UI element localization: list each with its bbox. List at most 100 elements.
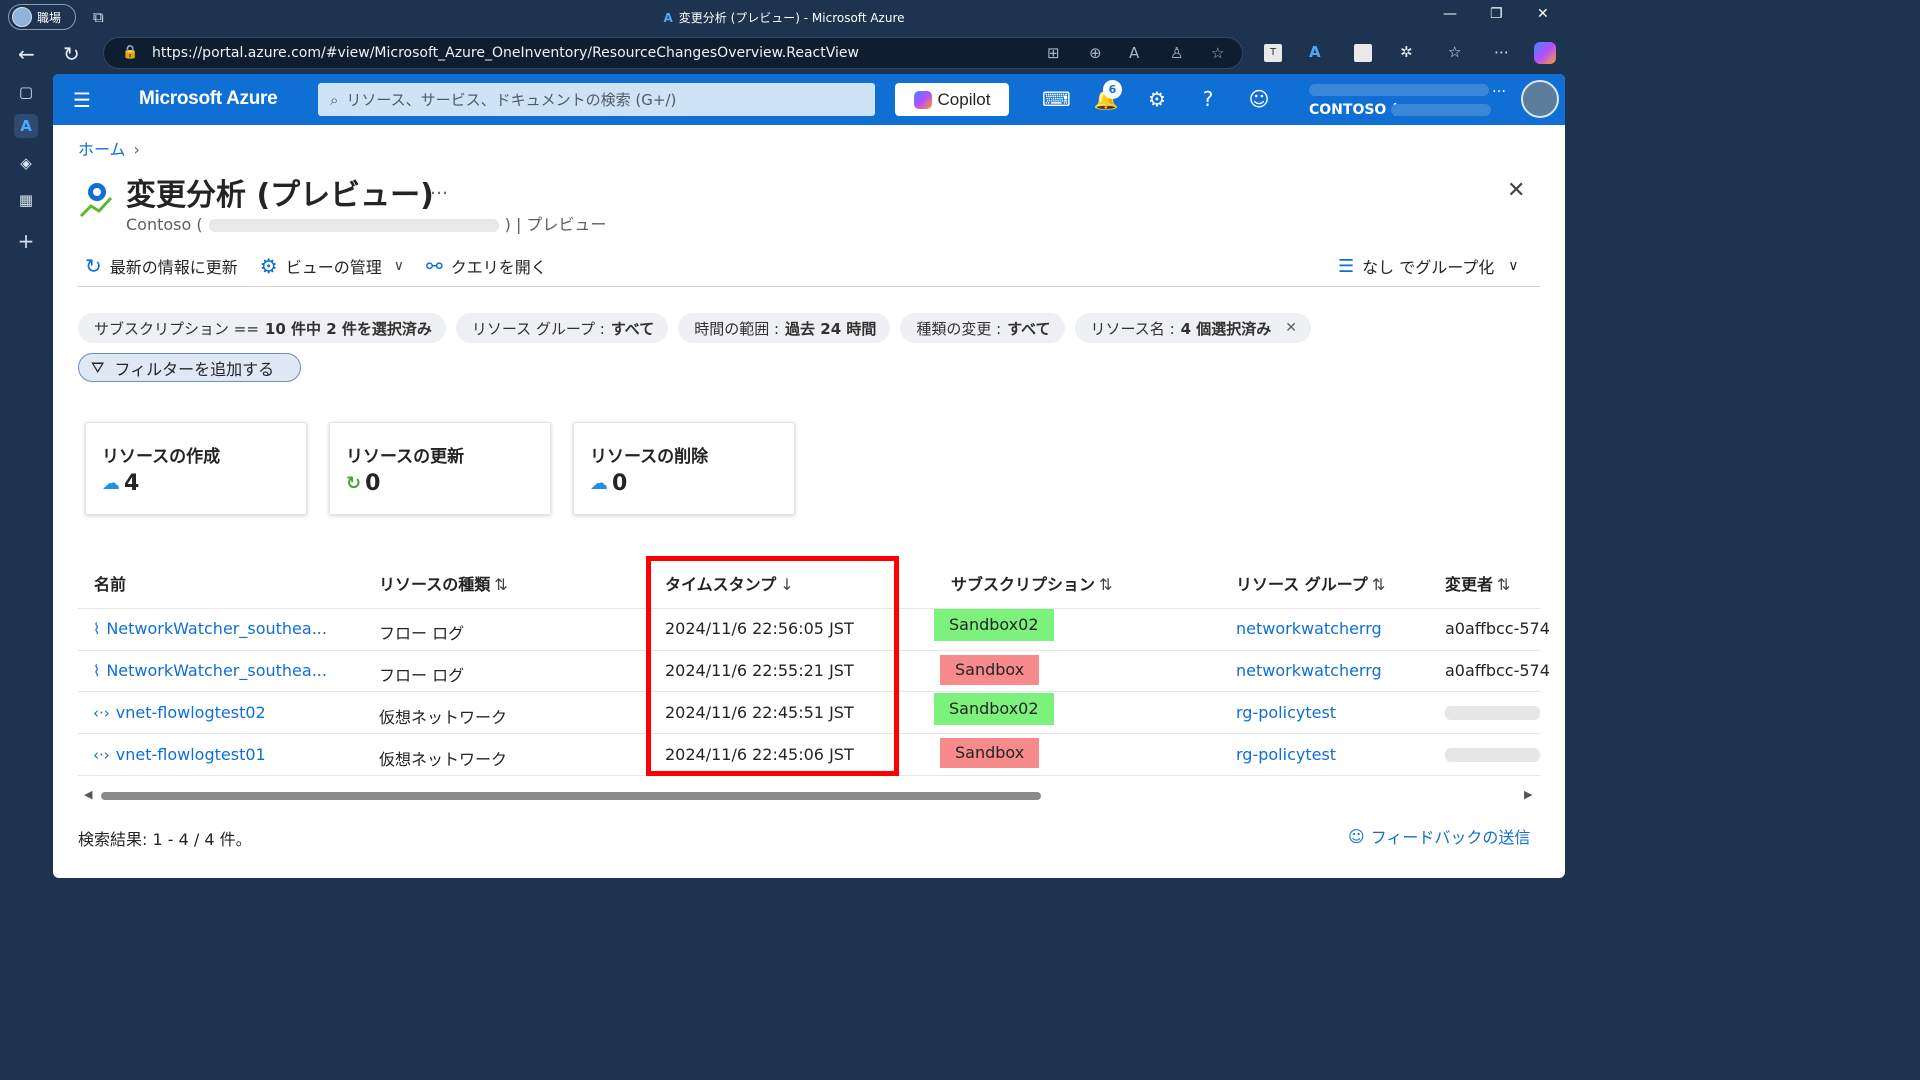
sort-icon: ⇅ [494,575,508,594]
filter-pills: サブスクリプション == 10 件中 2 件を選択済み リソース グループ : すべ… [78,313,1312,343]
new-tab-icon[interactable]: + [14,229,38,253]
hamburger-menu-icon[interactable]: ☰ [73,88,91,112]
extension-icon[interactable]: T [1264,44,1282,62]
reload-icon[interactable]: ↻ [63,42,80,66]
minimize-icon[interactable]: — [1443,6,1457,22]
tab-windows-icon[interactable]: ▦ [14,188,38,212]
horizontal-scrollbar[interactable]: ◀ ▶ [78,786,1540,806]
command-bar: ↻ 最新の情報に更新 ⚙ ビューの管理 ∨ ⚯ クエリを開く [85,254,569,278]
settings-gear-icon[interactable]: ⚙ [1144,87,1170,111]
copilot-logo-icon [913,90,932,109]
page-more-icon[interactable]: … [430,178,448,199]
tab-actions-icon[interactable]: ▢ [14,80,38,104]
subscription-tag: Sandbox [940,738,1040,768]
cloud-upload-icon: ☁ [102,473,120,494]
chevron-down-icon: ∨ [393,258,404,274]
address-bar[interactable]: 🔒 https://portal.azure.com/#view/Microso… [103,37,1243,69]
tenant-id-redacted [1391,104,1491,116]
close-window-icon[interactable]: ✕ [1537,6,1549,22]
browser-menu-icon[interactable]: ⋯ [1494,43,1509,61]
column-header-name[interactable]: 名前 [94,571,126,595]
column-header-changed-by[interactable]: 変更者 ⇅ [1445,571,1510,595]
column-header-resource-group[interactable]: リソース グループ ⇅ [1236,571,1385,595]
account-tenant: CONTOSO ( [1309,102,1398,118]
page-subtitle: Contoso () | プレビュー [126,215,607,234]
portal-brand[interactable]: Microsoft Azure [139,88,278,110]
extension-card-icon[interactable] [1354,44,1372,62]
back-icon[interactable]: ← [18,42,35,66]
scroll-right-icon[interactable]: ▶ [1524,788,1532,801]
favorite-star-icon[interactable]: ☆ [1211,44,1224,62]
table-cell-type: 仮想ネットワーク [379,750,508,769]
summary-card-created[interactable]: リソースの作成 ☁ 4 [85,422,307,515]
notification-count-badge: 6 [1103,80,1122,99]
sync-icon: ↻ [346,473,362,494]
remove-filter-icon[interactable]: ✕ [1285,320,1297,336]
account-email-redacted [1309,84,1489,96]
table-cell-type: 仮想ネットワーク [379,708,508,727]
column-header-subscription[interactable]: サブスクリプション ⇅ [951,571,1112,595]
azure-extension-icon[interactable]: A [1309,43,1321,61]
add-filter-button[interactable]: ⛛ フィルターを追加する [78,353,301,382]
summary-card-updated[interactable]: リソースの更新 ↻ 0 [329,422,551,515]
filter-pill-resource-name[interactable]: リソース名 :4 個選択済み ✕ [1074,313,1312,343]
filter-pill-resource-group[interactable]: リソース グループ : すべて [455,313,669,343]
restore-icon[interactable]: ❐ [1490,6,1503,22]
table-row-name-link[interactable]: ⌇ NetworkWatcher_southea... [93,661,327,680]
table-row-name-link[interactable]: ⌇ NetworkWatcher_southea... [93,619,327,638]
table-row-name-link[interactable]: ‹·› vnet-flowlogtest01 [93,745,266,764]
cloud-shell-icon[interactable]: ⌨ [1042,87,1071,111]
manage-view-button[interactable]: ⚙ ビューの管理 ∨ [260,254,404,278]
flow-log-icon: ⌇ [93,662,101,680]
azure-logo-icon: A [663,11,673,25]
summary-card-deleted[interactable]: リソースの削除 ☁ 0 [573,422,795,515]
app-available-icon[interactable]: ⊞ [1047,44,1060,62]
refresh-icon: ↻ [85,254,102,278]
copilot-button[interactable]: Copilot [895,83,1009,116]
page-title: 変更分析 (プレビュー) [126,178,434,213]
scroll-left-icon[interactable]: ◀ [84,788,92,801]
subscription-id-redacted [208,219,499,232]
tab-azure-icon[interactable]: A [14,114,38,138]
send-feedback-link[interactable]: ☺ フィードバックの送信 [1348,824,1530,848]
read-aloud-icon[interactable]: A [1129,44,1139,62]
breadcrumb-home[interactable]: ホーム [78,140,126,159]
resource-group-link[interactable]: networkwatcherrg [1236,661,1382,680]
filter-pill-time-range[interactable]: 時間の範囲 : 過去 24 時間 [678,313,891,343]
table-row-name-link[interactable]: ‹·› vnet-flowlogtest02 [93,703,266,722]
resource-group-link[interactable]: rg-policytest [1236,703,1336,722]
breadcrumb-chevron-icon: › [133,140,140,159]
extensions-puzzle-icon[interactable]: ✲ [1400,43,1413,61]
virtual-network-icon: ‹·› [93,704,110,722]
help-icon[interactable]: ? [1195,87,1221,111]
feedback-icon[interactable]: ☺ [1246,87,1272,111]
group-by-dropdown[interactable]: ☰ なし でグループ化 ∨ [1338,254,1519,278]
window-title: A 変更分析 (プレビュー) - Microsoft Azure [663,11,905,25]
change-analysis-icon [79,183,113,218]
subscription-tag: Sandbox02 [934,693,1054,725]
filter-pill-change-type[interactable]: 種類の変更 : すべて [900,313,1065,343]
url-text[interactable]: https://portal.azure.com/#view/Microsoft… [152,45,859,61]
table-cell-type: フロー ログ [379,666,465,685]
tab-cube-icon[interactable]: ◈ [14,151,38,175]
open-query-button[interactable]: ⚯ クエリを開く [426,254,547,278]
scrollbar-thumb[interactable] [101,792,1041,800]
filter-pill-subscription[interactable]: サブスクリプション == 10 件中 2 件を選択済み [78,313,446,343]
summary-card-title: リソースの作成 [102,447,221,467]
breadcrumb: ホーム › [78,136,140,160]
global-search-input[interactable]: ⌕ リソース、サービス、ドキュメントの検索 (G+/) [318,83,875,116]
lock-icon[interactable]: 🔒 [122,45,138,60]
profile-sync-icon[interactable]: ♙ [1170,44,1183,62]
favorites-icon[interactable]: ☆ [1448,43,1461,61]
refresh-button[interactable]: ↻ 最新の情報に更新 [85,254,238,278]
close-blade-icon[interactable]: ✕ [1507,178,1525,203]
column-header-type[interactable]: リソースの種類 ⇅ [379,571,508,595]
zoom-icon[interactable]: ⊕ [1089,44,1102,62]
edge-copilot-icon[interactable] [1534,42,1556,64]
account-info[interactable]: CONTOSO ( … [1309,80,1506,120]
resource-group-link[interactable]: networkwatcherrg [1236,619,1382,638]
user-avatar[interactable] [1521,80,1559,118]
resource-group-link[interactable]: rg-policytest [1236,745,1336,764]
portal-window: ☰ Microsoft Azure ⌕ リソース、サービス、ドキュメントの検索 … [53,74,1565,878]
sort-icon: ⇅ [1497,575,1511,594]
